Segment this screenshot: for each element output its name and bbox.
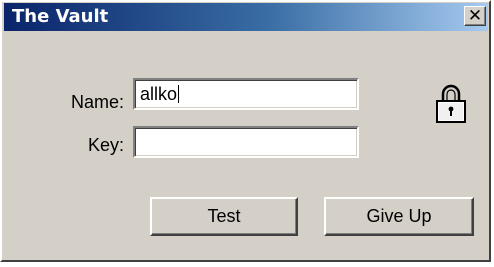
give-up-button[interactable]: Give Up xyxy=(324,197,474,236)
key-input[interactable] xyxy=(133,126,359,158)
name-label: Name: xyxy=(70,92,124,112)
lock-icon xyxy=(436,84,466,123)
name-input[interactable]: allko xyxy=(133,78,359,110)
vault-dialog: The Vault ✕ Name: allko Key: Test Give U… xyxy=(0,0,491,262)
close-button[interactable]: ✕ xyxy=(464,6,486,26)
key-label: Key: xyxy=(87,135,124,155)
window-title: The Vault xyxy=(12,6,109,27)
test-button[interactable]: Test xyxy=(150,197,298,236)
name-input-value: allko xyxy=(140,84,178,104)
close-icon: ✕ xyxy=(467,6,483,26)
title-bar[interactable]: The Vault ✕ xyxy=(4,3,488,31)
text-caret xyxy=(178,85,180,103)
